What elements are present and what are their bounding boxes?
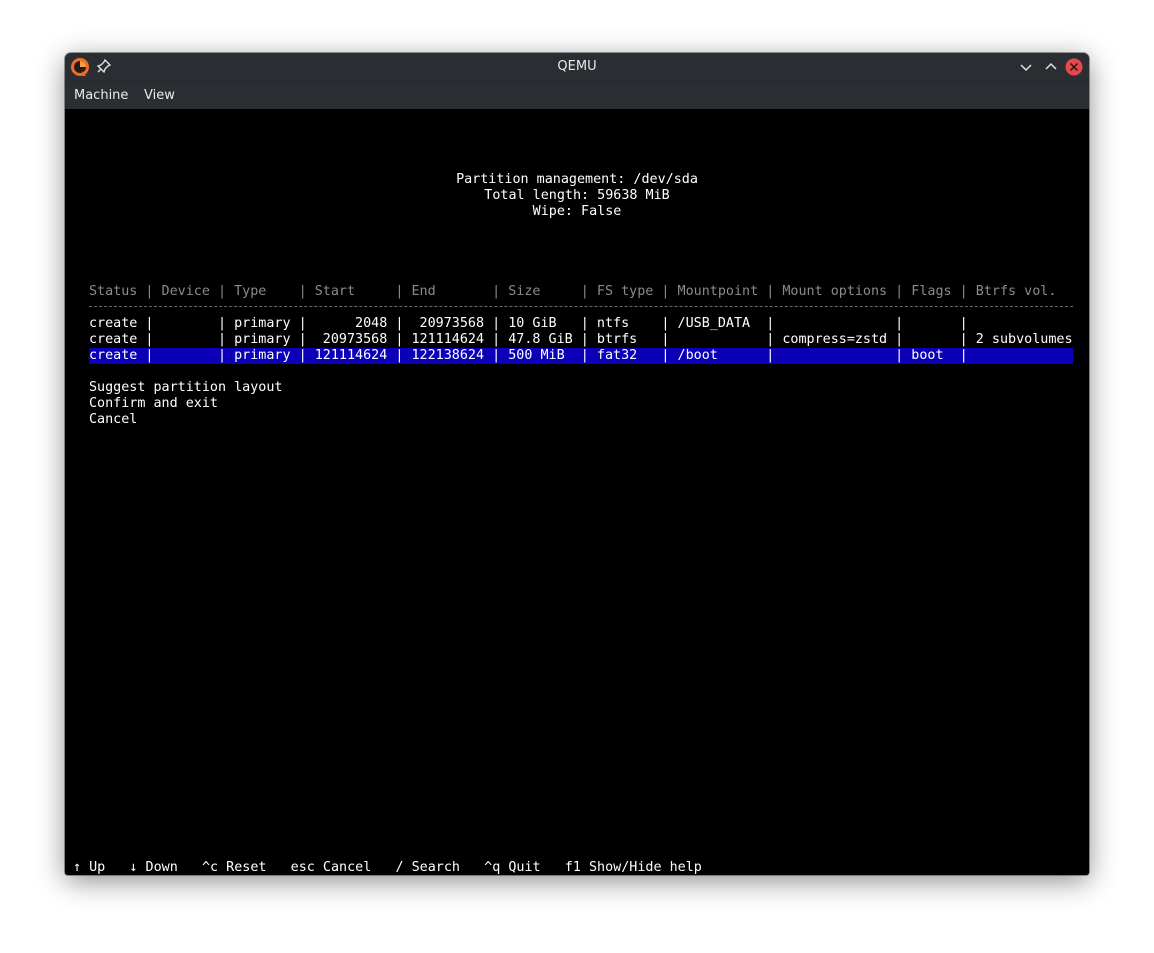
- window-title: QEMU: [557, 59, 597, 74]
- vm-screen[interactable]: Partition management: /dev/sda Total len…: [65, 109, 1089, 875]
- minimize-icon[interactable]: [1017, 58, 1035, 76]
- table-header: Status | Device | Type | Start | End | S…: [89, 284, 1057, 299]
- table-row-selected[interactable]: create | | primary | 121114624 | 1221386…: [89, 348, 1073, 364]
- close-icon[interactable]: [1065, 58, 1083, 76]
- table-row[interactable]: create | | primary | 20973568 | 12111462…: [89, 332, 1073, 348]
- help-footer: ↑ Up ↓ Down ^c Reset esc Cancel / Search…: [73, 860, 702, 875]
- suggest-layout-option[interactable]: Suggest partition layout: [89, 380, 282, 396]
- menu-machine[interactable]: Machine: [74, 88, 128, 103]
- table-divider: [89, 306, 1073, 307]
- menu-view[interactable]: View: [144, 88, 175, 103]
- partition-title: Partition management: /dev/sda: [456, 172, 698, 187]
- menu-bar: Machine View: [65, 81, 1089, 109]
- table-row[interactable]: create | | primary | 2048 | 20973568 | 1…: [89, 316, 1073, 332]
- confirm-exit-option[interactable]: Confirm and exit: [89, 396, 218, 412]
- total-length: Total length: 59638 MiB: [484, 188, 670, 203]
- wipe-status: Wipe: False: [532, 204, 622, 219]
- cancel-option[interactable]: Cancel: [89, 412, 137, 428]
- qemu-window: QEMU Machine View Partition management: …: [65, 53, 1089, 875]
- title-bar[interactable]: QEMU: [65, 53, 1089, 81]
- maximize-icon[interactable]: [1042, 58, 1060, 76]
